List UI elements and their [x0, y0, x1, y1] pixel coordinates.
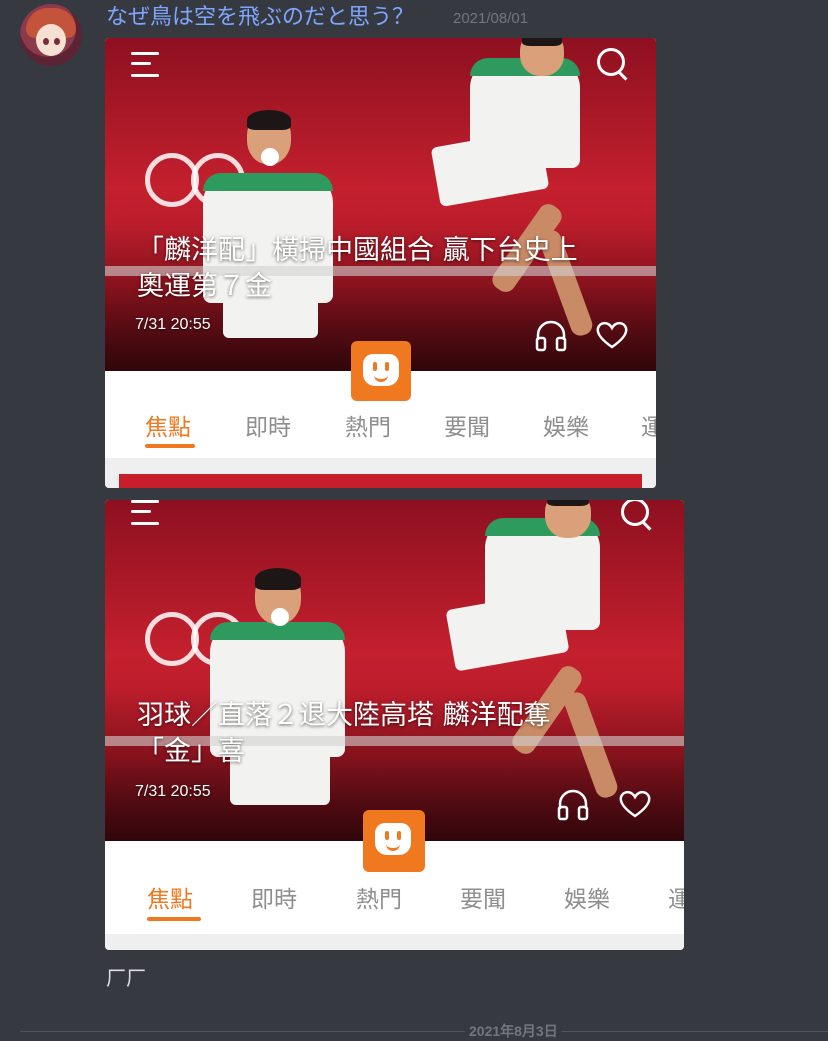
app-logo-icon[interactable]	[363, 810, 425, 872]
attachment-image-2[interactable]: 羽球／直落２退大陸高塔 麟洋配奪 「金」喜 7/31 20:55 焦點 即時 熱…	[105, 500, 684, 950]
message-timestamp: 2021/08/01	[453, 10, 529, 27]
tab-popular[interactable]: 熱門	[345, 408, 391, 442]
date-divider	[20, 1031, 828, 1032]
avatar[interactable]	[20, 4, 82, 66]
date-divider-label: 2021年8月3日	[465, 1021, 562, 1041]
tab-headlines[interactable]: 要聞	[460, 880, 506, 914]
search-icon[interactable]	[595, 46, 629, 81]
news-photo: 羽球／直落２退大陸高塔 麟洋配奪 「金」喜 7/31 20:55	[105, 500, 684, 841]
active-tab-indicator	[145, 444, 195, 448]
headline[interactable]: 羽球／直落２退大陸高塔 麟洋配奪 「金」喜	[137, 698, 667, 770]
tab-entertainment[interactable]: 娛樂	[564, 880, 610, 914]
username[interactable]: なぜ鳥は空を飛ぶのだと思う？	[106, 4, 414, 32]
active-tab-indicator	[147, 917, 201, 921]
headline-line-2: 奧運第７金	[137, 271, 272, 302]
headline-line-2: 「金」喜	[137, 736, 245, 767]
tab-entertainment[interactable]: 娛樂	[543, 408, 589, 442]
news-photo: 「麟洋配」橫掃中國組合 贏下台史上 奧運第７金 7/31 20:55	[105, 38, 656, 371]
menu-icon[interactable]	[131, 46, 165, 80]
app-logo-icon[interactable]	[351, 341, 411, 401]
tab-focus[interactable]: 焦點	[145, 408, 191, 442]
heart-icon[interactable]	[618, 789, 652, 819]
tab-realtime[interactable]: 即時	[245, 408, 291, 442]
search-icon[interactable]	[619, 500, 653, 531]
message-text: 厂厂	[106, 966, 146, 990]
headline-line-1: 羽球／直落２退大陸高塔 麟洋配奪	[137, 700, 551, 731]
heart-icon[interactable]	[595, 320, 629, 350]
tab-focus[interactable]: 焦點	[147, 880, 193, 914]
attachment-image-1[interactable]: 「麟洋配」橫掃中國組合 贏下台史上 奧運第７金 7/31 20:55 焦點 即時…	[105, 38, 656, 488]
content-divider	[105, 934, 684, 950]
headphones-icon[interactable]	[555, 787, 591, 821]
content-divider	[105, 458, 656, 488]
tab-headlines[interactable]: 要聞	[444, 408, 490, 442]
tab-sports[interactable]: 運	[641, 408, 656, 442]
publish-date: 7/31 20:55	[135, 316, 211, 333]
headphones-icon[interactable]	[533, 318, 569, 352]
tab-sports[interactable]: 運	[668, 880, 684, 914]
menu-icon[interactable]	[131, 500, 165, 528]
headline-line-1: 「麟洋配」橫掃中國組合 贏下台史上	[137, 235, 578, 266]
tab-realtime[interactable]: 即時	[251, 880, 297, 914]
tab-popular[interactable]: 熱門	[356, 880, 402, 914]
headline[interactable]: 「麟洋配」橫掃中國組合 贏下台史上 奧運第７金	[137, 233, 637, 305]
publish-date: 7/31 20:55	[135, 783, 211, 800]
